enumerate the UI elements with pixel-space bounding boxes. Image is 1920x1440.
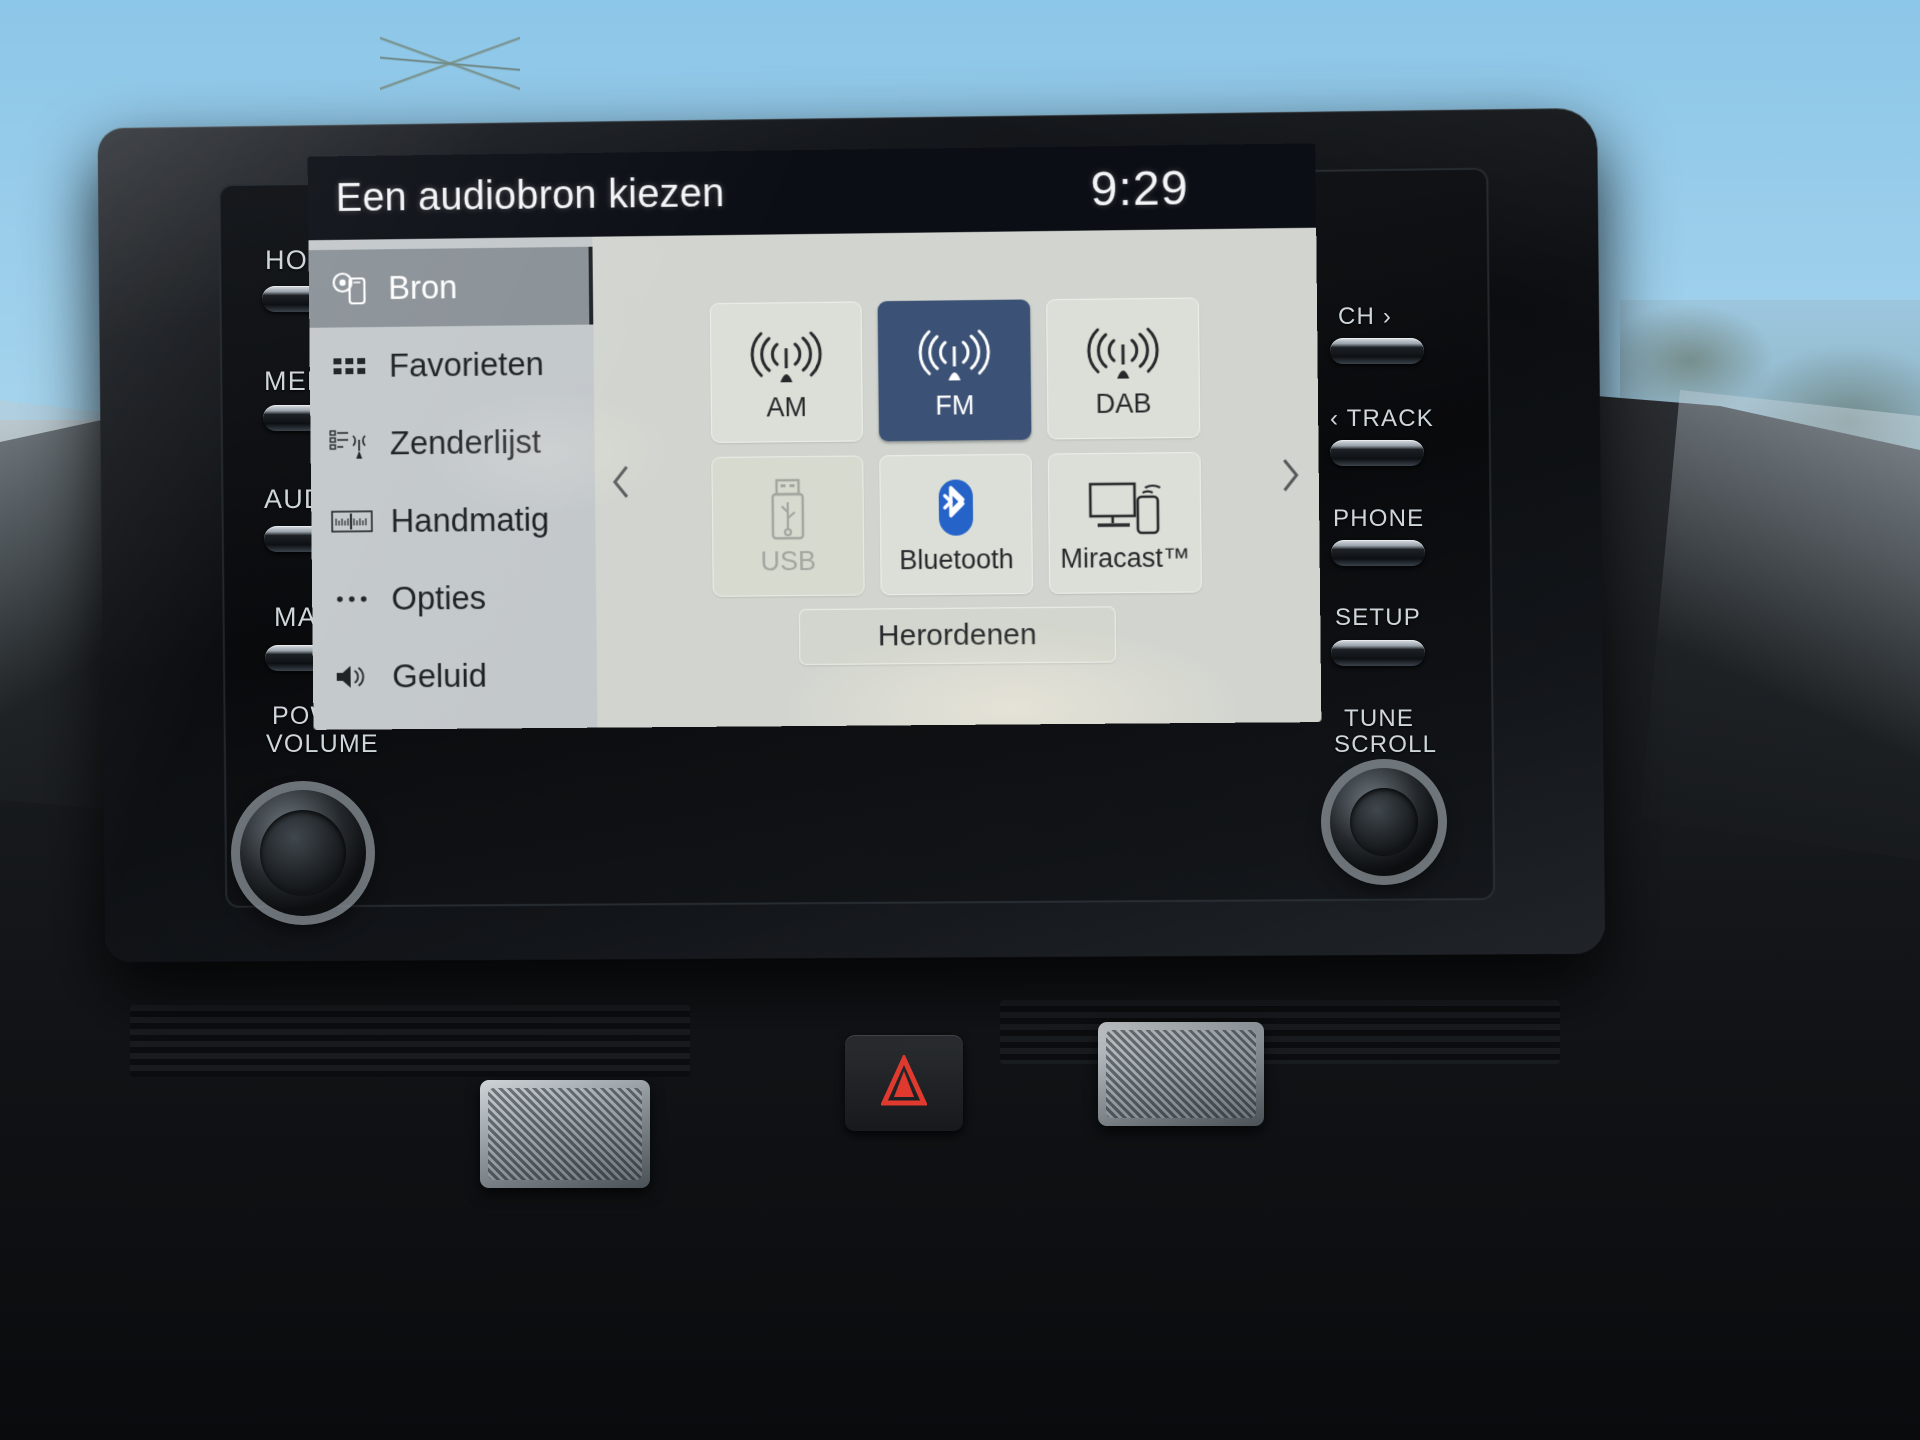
screen-title-bar: Een audiobron kiezen 9:29 <box>307 143 1317 241</box>
sidebar-item-bron[interactable]: Bron <box>308 246 594 328</box>
sidebar-menu: Bron Favorieten Zenderlijst Handmatig Op… <box>308 236 598 730</box>
reorder-button[interactable]: Herordenen <box>798 605 1117 665</box>
track-prev-button-label: ‹ TRACK <box>1330 405 1434 432</box>
hazard-triangle-icon <box>881 1055 927 1106</box>
air-vent-left <box>130 1005 690 1077</box>
source-tile-dab[interactable]: DAB <box>1046 296 1201 440</box>
power-volume-knob[interactable] <box>240 790 366 916</box>
sidebar-item-label: Zenderlijst <box>389 422 542 462</box>
sidebar-item-label: Geluid <box>392 656 488 695</box>
source-tile-fm[interactable]: FM <box>877 298 1032 441</box>
reorder-button-label: Herordenen <box>877 617 1037 652</box>
page-title: Een audiobron kiezen <box>335 170 725 220</box>
antenna-icon <box>1086 316 1159 383</box>
favorites-icon <box>327 346 373 386</box>
manual-tune-icon <box>329 501 375 541</box>
air-vent-right <box>1000 1000 1560 1064</box>
source-tile-area: AM FM DAB USB Bluetooth Miracast™ Herord… <box>593 290 1321 667</box>
screen-body: Bron Favorieten Zenderlijst Handmatig Op… <box>308 227 1322 730</box>
source-tile-am[interactable]: AM <box>709 300 864 443</box>
source-tile-label: Miracast™ <box>1060 542 1191 574</box>
source-tile-bluetooth[interactable]: Bluetooth <box>879 453 1034 595</box>
source-tile-miracast[interactable]: Miracast™ <box>1047 451 1203 594</box>
antenna-icon <box>918 318 991 385</box>
sidebar-item-zenderlijst[interactable]: Zenderlijst <box>310 402 595 483</box>
source-tile-label: DAB <box>1095 388 1152 419</box>
sidebar-item-label: Favorieten <box>388 345 545 384</box>
hazard-lights-button[interactable] <box>845 1035 963 1131</box>
source-tile-grid: AM FM DAB USB Bluetooth Miracast™ <box>637 296 1276 597</box>
channel-up-button-label: CH › <box>1338 303 1393 330</box>
sidebar-item-opties[interactable]: Opties <box>312 558 597 638</box>
tune-scroll-label-line1: TUNE <box>1344 705 1415 732</box>
usb-icon <box>764 474 811 540</box>
power-volume-label-line2: VOLUME <box>266 730 379 758</box>
console-plate-right <box>1098 1022 1264 1126</box>
sidebar-item-label: Bron <box>388 268 458 306</box>
phone-button-label: PHONE <box>1333 505 1425 532</box>
antenna-icon <box>750 320 823 387</box>
setup-button-label: SETUP <box>1335 604 1422 631</box>
tune-scroll-knob[interactable] <box>1330 768 1438 876</box>
miracast-icon <box>1087 470 1162 537</box>
setup-button[interactable] <box>1331 640 1425 666</box>
source-selection-panel: AM FM DAB USB Bluetooth Miracast™ Herord… <box>592 227 1322 728</box>
channel-up-button[interactable] <box>1330 338 1424 364</box>
clock: 9:29 <box>1090 162 1189 217</box>
chevron-right-icon[interactable] <box>1270 448 1311 503</box>
source-tile-usb[interactable]: USB <box>711 454 865 597</box>
phone-button[interactable] <box>1331 540 1425 566</box>
source-tile-label: FM <box>935 390 975 421</box>
track-prev-button[interactable] <box>1330 440 1424 466</box>
sidebar-item-handmatig[interactable]: Handmatig <box>311 480 596 560</box>
sidebar-item-favorieten[interactable]: Favorieten <box>309 325 594 406</box>
sidebar-item-geluid[interactable]: Geluid <box>313 636 598 716</box>
console-plate-left <box>480 1080 650 1188</box>
station-list-icon <box>328 424 374 464</box>
bluetooth-icon <box>929 472 982 539</box>
source-tile-label: Bluetooth <box>899 544 1014 576</box>
sound-icon <box>331 657 377 697</box>
sidebar-item-label: Handmatig <box>390 500 550 540</box>
sidebar-item-label: Opties <box>391 578 487 617</box>
options-icon <box>330 579 376 619</box>
tree-branch <box>380 0 520 130</box>
chevron-left-icon[interactable] <box>601 455 641 509</box>
source-tile-label: AM <box>766 392 808 423</box>
infotainment-screen: Een audiobron kiezen 9:29 Bron Favoriete… <box>307 143 1322 730</box>
source-icon <box>327 268 373 308</box>
tune-scroll-label-line2: SCROLL <box>1334 731 1438 758</box>
source-tile-label: USB <box>760 545 817 577</box>
